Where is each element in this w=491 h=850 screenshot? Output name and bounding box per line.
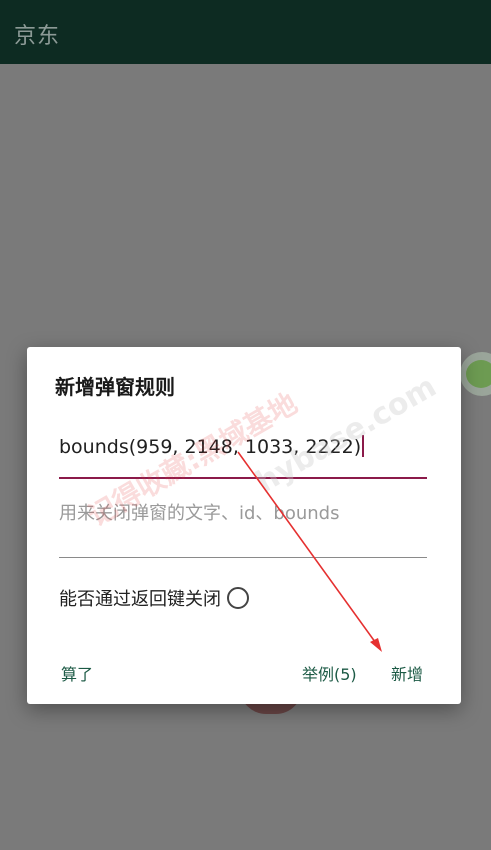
- add-button[interactable]: 新增: [391, 661, 423, 685]
- close-text-input-underline: [59, 557, 427, 558]
- examples-button[interactable]: 举例(5): [302, 661, 357, 685]
- cancel-button[interactable]: 算了: [61, 661, 93, 685]
- back-close-option[interactable]: 能否通过返回键关闭: [59, 585, 249, 611]
- dialog-title: 新增弹窗规则: [55, 375, 175, 399]
- floating-assistant-icon[interactable]: [460, 352, 491, 396]
- back-close-radio[interactable]: [227, 587, 249, 609]
- app-title: 京东: [14, 24, 61, 49]
- back-close-label: 能否通过返回键关闭: [59, 589, 221, 610]
- app-bar: 京东: [0, 0, 491, 64]
